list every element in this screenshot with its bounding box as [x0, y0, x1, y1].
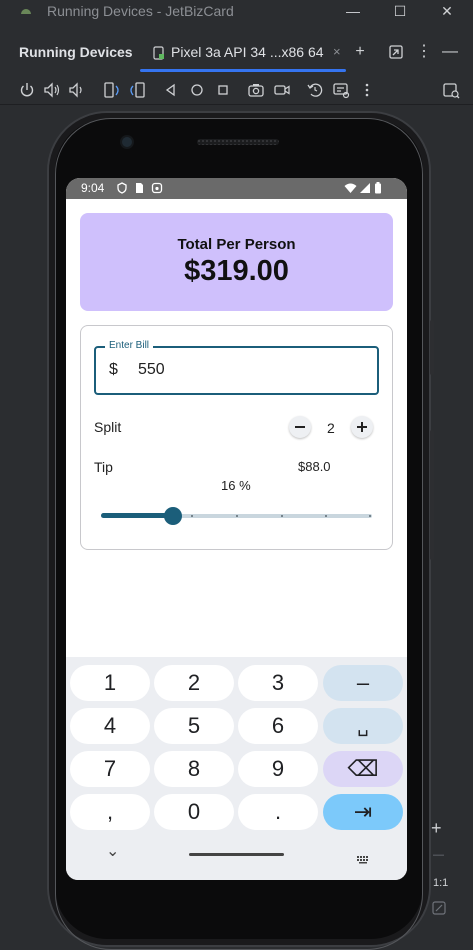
tip-label: Tip [94, 459, 113, 475]
decrease-split-button[interactable] [289, 416, 311, 438]
notification-app-icon [151, 182, 163, 194]
key-4[interactable]: 4 [70, 708, 150, 744]
close-window-button[interactable]: ✕ [438, 2, 456, 20]
numeric-keyboard: 1 2 3 – 4 5 6 ␣ 7 8 9 ⌫ , 0 . ⇥ ⌄ [66, 657, 407, 880]
key-space[interactable]: ␣ [323, 708, 403, 744]
tip-slider[interactable] [101, 506, 372, 526]
earpiece-speaker [197, 139, 279, 145]
increase-split-button[interactable] [351, 416, 373, 438]
slider-tick [325, 515, 327, 517]
screenshot-icon[interactable] [246, 80, 266, 100]
key-6[interactable]: 6 [238, 708, 318, 744]
slider-tick [191, 515, 193, 517]
toolbar-divider [0, 104, 473, 105]
zoom-in-button[interactable]: + [431, 818, 442, 839]
backspace-key[interactable]: ⌫ [323, 751, 403, 787]
side-button [430, 320, 434, 375]
panel-tab-bar: Running Devices Pixel 3a API 34 ...x86 6… [0, 36, 473, 72]
back-icon[interactable] [161, 80, 181, 100]
plus-icon [357, 422, 367, 432]
enter-bill-label: Enter Bill [105, 340, 154, 351]
key-0[interactable]: 0 [154, 794, 234, 830]
keyboard-nav-bar: ⌄ [66, 843, 407, 880]
more-icon[interactable] [357, 80, 377, 100]
side-button [430, 430, 434, 560]
minimize-window-button[interactable]: — [344, 2, 362, 20]
minus-icon [295, 426, 305, 428]
rotate-left-icon[interactable] [102, 80, 122, 100]
keyboard-switch-icon[interactable] [356, 855, 370, 865]
actual-size-button[interactable]: 1:1 [433, 877, 448, 889]
slider-tick [281, 515, 283, 517]
active-tab-indicator [140, 69, 346, 72]
tip-amount: $88.0 [298, 459, 331, 474]
tip-percent: 16 % [221, 478, 251, 493]
volume-up-icon[interactable] [42, 80, 62, 100]
android-icon [21, 9, 31, 14]
slider-tick [369, 515, 371, 517]
new-tab-button[interactable]: + [350, 42, 370, 62]
title-bar: Running Devices - JetBizCard — ☐ ✕ [0, 0, 473, 24]
status-time: 9:04 [81, 181, 105, 195]
fit-screen-icon[interactable] [432, 901, 446, 915]
hide-keyboard-button[interactable]: ⌄ [106, 841, 119, 861]
front-camera [122, 137, 132, 147]
close-tab-icon[interactable]: × [333, 44, 341, 59]
split-label: Split [94, 419, 122, 435]
wifi-icon [344, 183, 357, 193]
device-toolbar [0, 76, 473, 104]
key-2[interactable]: 2 [154, 665, 234, 701]
device-tab-label: Pixel 3a API 34 ...x86 64 [171, 44, 324, 60]
key-3[interactable]: 3 [238, 665, 318, 701]
slider-active-track [101, 513, 173, 518]
bill-input[interactable] [138, 359, 338, 381]
power-icon[interactable] [17, 80, 37, 100]
volume-down-icon[interactable] [67, 80, 87, 100]
maximize-window-button[interactable]: ☐ [391, 2, 409, 20]
next-field-key[interactable]: ⇥ [323, 794, 403, 830]
total-label: Total Per Person [177, 236, 296, 253]
device-settings-icon[interactable] [331, 80, 351, 100]
rotate-right-icon[interactable] [127, 80, 147, 100]
key-5[interactable]: 5 [154, 708, 234, 744]
options-menu-button[interactable]: ⋮ [414, 42, 434, 62]
key-period[interactable]: . [238, 794, 318, 830]
bill-form-card: Enter Bill $ Split 2 Tip $88.0 16 % [80, 325, 393, 550]
key-9[interactable]: 9 [238, 751, 318, 787]
cell-signal-icon [360, 183, 370, 193]
home-icon[interactable] [187, 80, 207, 100]
key-8[interactable]: 8 [154, 751, 234, 787]
window-title: Running Devices - JetBizCard [47, 3, 234, 19]
screen-record-icon[interactable] [272, 80, 292, 100]
key-minus[interactable]: – [323, 665, 403, 701]
overview-icon[interactable] [213, 80, 233, 100]
shield-icon [117, 182, 127, 194]
device-tab[interactable]: Pixel 3a API 34 ...x86 64 [140, 36, 346, 72]
battery-icon [375, 182, 381, 194]
device-screen[interactable]: 9:04 Total Per Person $319.00 Enter Bill… [66, 178, 407, 880]
device-manager-icon[interactable] [441, 80, 461, 100]
snapshot-icon[interactable] [305, 80, 325, 100]
enter-bill-field[interactable]: Enter Bill $ [94, 340, 379, 395]
key-comma[interactable]: , [70, 794, 150, 830]
slider-tick [236, 515, 238, 517]
layout-icon[interactable] [388, 44, 404, 60]
key-7[interactable]: 7 [70, 751, 150, 787]
split-count: 2 [327, 420, 335, 436]
zoom-out-button[interactable]: — [433, 849, 444, 861]
sim-card-icon [136, 183, 143, 193]
total-per-person-card: Total Per Person $319.00 [80, 213, 393, 311]
device-icon [153, 46, 164, 60]
gesture-nav-pill[interactable] [189, 853, 284, 856]
slider-thumb[interactable] [164, 507, 182, 525]
status-bar: 9:04 [66, 178, 407, 199]
dollar-prefix: $ [109, 361, 118, 378]
hide-panel-button[interactable]: — [440, 42, 460, 62]
key-1[interactable]: 1 [70, 665, 150, 701]
panel-title: Running Devices [19, 44, 133, 60]
total-amount: $319.00 [184, 255, 289, 287]
